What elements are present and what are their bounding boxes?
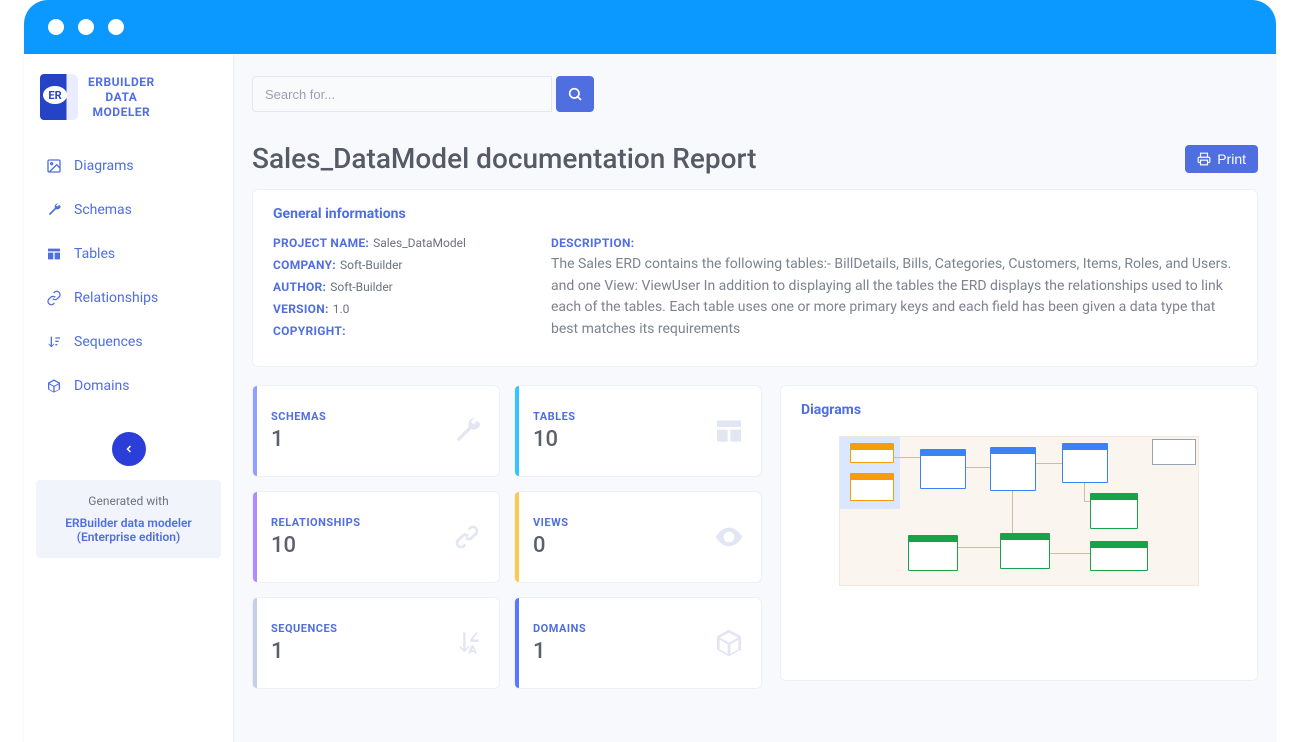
brand: ER ERBUILDER DATA MODELER: [24, 74, 233, 138]
stat-card-views[interactable]: VIEWS 0: [514, 491, 762, 583]
printer-icon: [1197, 152, 1211, 166]
panel-title: Diagrams: [801, 402, 1237, 418]
card-accent: [515, 598, 519, 688]
panel-title: General informations: [273, 206, 1237, 222]
sidebar-item-label: Tables: [74, 246, 115, 262]
search-button[interactable]: [556, 76, 594, 112]
table-icon: [713, 415, 745, 447]
sidebar: ER ERBUILDER DATA MODELER Diagrams: [24, 54, 234, 742]
card-accent: [515, 492, 519, 582]
sort-icon: [46, 334, 62, 350]
sidebar-item-label: Diagrams: [74, 158, 134, 174]
main-content: Sales_DataModel documentation Report Pri…: [234, 54, 1276, 742]
brand-title: ERBUILDER DATA MODELER: [88, 75, 155, 120]
page-heading-row: Sales_DataModel documentation Report Pri…: [252, 142, 1258, 175]
search-icon: [567, 86, 583, 102]
wrench-icon: [46, 202, 62, 218]
app-window: ER ERBUILDER DATA MODELER Diagrams: [24, 0, 1276, 742]
search-input[interactable]: [252, 76, 552, 112]
general-info-panel: General informations PROJECT NAME:Sales_…: [252, 189, 1258, 367]
general-info-description: DESCRIPTION: The Sales ERD contains the …: [551, 236, 1237, 346]
cube-icon: [713, 627, 745, 659]
window-dot: [108, 19, 124, 35]
sidebar-item-domains[interactable]: Domains: [24, 364, 233, 408]
table-icon: [46, 246, 62, 262]
sidebar-item-schemas[interactable]: Schemas: [24, 188, 233, 232]
sidebar-item-label: Relationships: [74, 290, 158, 306]
sidebar-item-tables[interactable]: Tables: [24, 232, 233, 276]
sidebar-item-relationships[interactable]: Relationships: [24, 276, 233, 320]
sidebar-item-label: Schemas: [74, 202, 132, 218]
search-group: [252, 76, 594, 112]
generated-with-box: Generated with ERBuilder data modeler(En…: [36, 480, 221, 558]
link-icon: [451, 521, 483, 553]
print-button[interactable]: Print: [1185, 145, 1258, 173]
stat-card-tables[interactable]: TABLES 10: [514, 385, 762, 477]
image-icon: [46, 158, 62, 174]
stat-card-schemas[interactable]: SCHEMAS 1: [252, 385, 500, 477]
stat-card-sequences[interactable]: SEQUENCES 1: [252, 597, 500, 689]
stat-card-domains[interactable]: DOMAINS 1: [514, 597, 762, 689]
page-title: Sales_DataModel documentation Report: [252, 142, 756, 175]
wrench-icon: [451, 415, 483, 447]
sidebar-item-diagrams[interactable]: Diagrams: [24, 144, 233, 188]
brand-logo: ER: [40, 74, 78, 120]
chevron-left-icon: [123, 443, 135, 455]
cube-icon: [46, 378, 62, 394]
window-dot: [78, 19, 94, 35]
stats-cards: SCHEMAS 1 TABLES 10 RELATIONSHIP: [252, 385, 762, 689]
sidebar-item-sequences[interactable]: Sequences: [24, 320, 233, 364]
sidebar-item-label: Sequences: [74, 334, 143, 350]
stat-card-relationships[interactable]: RELATIONSHIPS 10: [252, 491, 500, 583]
sort-az-icon: [455, 629, 483, 657]
link-icon: [46, 290, 62, 306]
eye-icon: [713, 521, 745, 553]
diagram-thumbnail[interactable]: [839, 436, 1199, 586]
sidebar-collapse-button[interactable]: [112, 432, 146, 466]
window-titlebar: [24, 0, 1276, 54]
general-info-left: PROJECT NAME:Sales_DataModel COMPANY:Sof…: [273, 236, 523, 346]
window-dot: [48, 19, 64, 35]
diagrams-panel: Diagrams: [780, 385, 1258, 681]
card-accent: [253, 598, 257, 688]
top-row: [252, 54, 1258, 124]
sidebar-item-label: Domains: [74, 378, 129, 394]
card-accent: [515, 386, 519, 476]
card-accent: [253, 492, 257, 582]
sidebar-nav: Diagrams Schemas Tables: [24, 138, 233, 414]
card-accent: [253, 386, 257, 476]
